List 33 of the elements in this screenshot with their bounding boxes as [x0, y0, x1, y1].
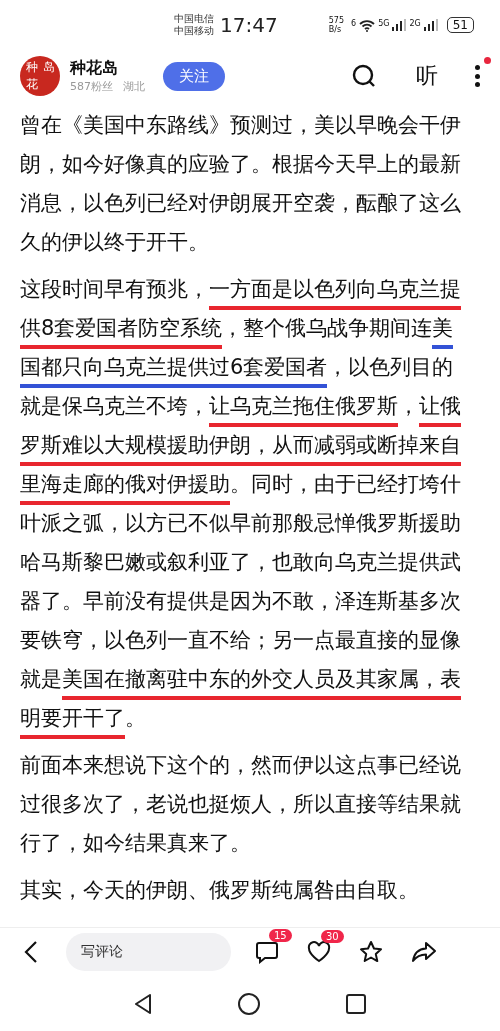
heart-icon[interactable] [307, 941, 331, 963]
like-count-badge: 30 [321, 930, 344, 943]
article-paragraph: 曾在《美国中东路线》预测过，美以早晚会干伊朗，如今好像真的应验了。根据今天早上的最新消息，以色列已经对伊朗展开空袭，酝酿了这么久的伊以终于开干。 [20, 112, 462, 256]
comment-field[interactable]: 写评论 [66, 933, 231, 971]
star-icon[interactable] [359, 940, 383, 964]
comment-count-badge: 15 [269, 929, 292, 942]
share-icon[interactable] [411, 941, 437, 963]
follower-count: 587粉丝 [70, 79, 113, 94]
nav-home-icon[interactable] [238, 992, 260, 1015]
signal-icon [392, 19, 407, 31]
search-icon[interactable] [352, 64, 376, 88]
wifi-label: 6 [351, 19, 357, 28]
more-icon[interactable] [474, 65, 480, 87]
carrier-names: 中国电信 中国移动 [174, 13, 214, 37]
wifi-icon [359, 18, 376, 32]
network-label: 5G [378, 19, 390, 28]
back-icon[interactable] [24, 940, 38, 964]
signal-icon [423, 19, 438, 31]
article-paragraph: 其实，今天的伊朗、俄罗斯纯属咎由自取。 [20, 877, 420, 904]
author-name[interactable]: 种花岛 [70, 58, 145, 79]
network-speed: 575 B/s [328, 16, 345, 34]
network-label: 2G [409, 19, 421, 28]
battery-level: 51 [446, 17, 474, 33]
clock: 17:47 [220, 13, 278, 37]
nav-back-icon[interactable] [134, 993, 152, 1014]
article-paragraph: 这段时间早有预兆，一方面是以色列向乌克兰提供8套爱国者防空系统，整个俄乌战争期间连美国都只向乌克兰提供过6套爱国者，以色列目的就是保乌克兰不垮，让乌克兰拖住俄罗斯，让俄罗斯难以大规模援助伊朗，从而减弱或断掉来自里海走廊的俄对伊援助。同时，由于已经打垮什叶派之弧，以方已不似早前那般忌惮俄罗斯援助哈马斯黎巴嫩或叙利亚了，也敢向乌克兰提供武器了。早前没有提供是因为不敢，泽连斯基多次要铁穹，以色列一直不给；另一点最直接的显像就是美国在撤离驻中东的外交人员及其家属，表明要开干了。 [20, 270, 470, 738]
author-region: 湖北 [123, 79, 145, 94]
listen-button[interactable]: 听 [416, 61, 438, 91]
nav-recents-icon[interactable] [346, 993, 366, 1014]
article-paragraph: 前面本来想说下这个的，然而伊以这点事已经说过很多次了，老说也挺烦人，所以直接等结果就行了，如今结果真来了。 [20, 752, 462, 857]
follow-button[interactable]: 关注 [163, 61, 225, 91]
avatar-logo[interactable]: 种 岛 花 [20, 56, 60, 96]
comment-icon[interactable] [255, 940, 279, 964]
